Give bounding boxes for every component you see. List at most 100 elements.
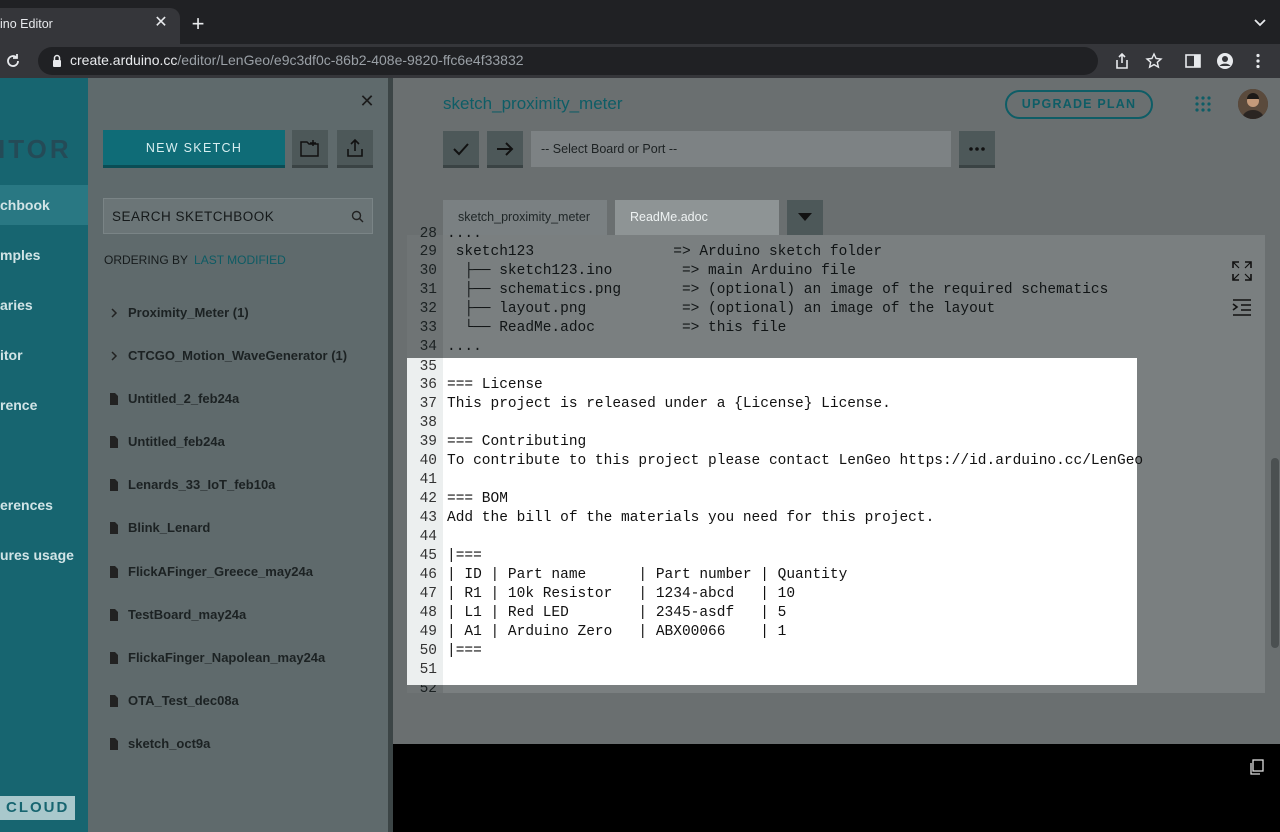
- star-icon[interactable]: [1145, 52, 1163, 70]
- list-item-label: Untitled_feb24a: [128, 434, 225, 449]
- nav-preferences[interactable]: erences: [0, 485, 88, 525]
- apps-grid-icon[interactable]: [1194, 95, 1212, 113]
- tab-readme[interactable]: ReadMe.adoc: [615, 200, 779, 235]
- new-folder-icon: [300, 140, 319, 157]
- upgrade-plan-button[interactable]: UPGRADE PLAN: [1005, 90, 1153, 119]
- tab-search-chevron-icon[interactable]: [1252, 14, 1268, 30]
- sketch-title[interactable]: sketch_proximity_meter: [443, 94, 623, 114]
- indent-icon[interactable]: [1231, 297, 1253, 319]
- line-number: 41: [419, 472, 437, 488]
- code-line: ....: [447, 339, 482, 355]
- file-icon: [110, 479, 118, 491]
- more-options-button[interactable]: [959, 131, 995, 168]
- kebab-menu-icon[interactable]: [1249, 52, 1267, 70]
- board-selector[interactable]: -- Select Board or Port --: [531, 131, 951, 167]
- chevron-right-icon: [111, 351, 118, 361]
- browser-tab[interactable]: ino Editor ✕: [0, 8, 180, 44]
- chevron-right-icon: [111, 308, 118, 318]
- tab-dropdown-button[interactable]: [787, 200, 823, 235]
- code-line: === License: [447, 377, 543, 393]
- side-panel-icon[interactable]: [1184, 52, 1202, 70]
- check-icon: [453, 143, 469, 156]
- url-host: create.arduino.cc: [70, 52, 178, 68]
- line-number: 51: [419, 662, 437, 678]
- line-number: 48: [419, 605, 437, 621]
- new-tab-icon[interactable]: +: [186, 12, 210, 36]
- nav-monitor[interactable]: itor: [0, 335, 88, 375]
- line-number: 28: [419, 226, 437, 242]
- code-line: |===: [447, 643, 482, 659]
- code-line: ├── layout.png => (optional) an image of…: [447, 301, 996, 317]
- avatar-image: [1238, 89, 1268, 119]
- new-folder-button[interactable]: [292, 130, 328, 168]
- code-line: ├── sketch123.ino => main Arduino file: [447, 263, 856, 279]
- cloud-badge[interactable]: CLOUD: [0, 796, 76, 820]
- ordering-value[interactable]: LAST MODIFIED: [194, 253, 286, 267]
- file-icon: [110, 652, 118, 664]
- verify-button[interactable]: [443, 131, 479, 168]
- upload-sketch-button[interactable]: [487, 131, 523, 168]
- list-item-label: Untitled_2_feb24a: [128, 391, 240, 406]
- lock-icon[interactable]: [52, 54, 62, 68]
- code-line: ....: [447, 226, 482, 242]
- arrow-right-icon: [497, 142, 514, 156]
- highlighted-code-region[interactable]: 35 36 === License 37 This project is rel…: [407, 358, 1143, 685]
- code-line: This project is released under a {Licens…: [447, 396, 891, 412]
- code-line: === BOM: [447, 491, 508, 507]
- share-icon[interactable]: [1113, 52, 1131, 70]
- expand-icon[interactable]: [1231, 260, 1253, 282]
- profile-icon[interactable]: [1216, 52, 1234, 70]
- board-placeholder: -- Select Board or Port --: [541, 142, 678, 156]
- file-icon: [110, 436, 118, 448]
- line-number: 40: [419, 453, 437, 469]
- brand-logo: ITOR: [0, 134, 72, 164]
- code-line: | R1 | 10k Resistor | 1234-abcd | 10: [447, 586, 796, 602]
- line-number: 37: [419, 396, 437, 412]
- ordering-label: ORDERING BY: [104, 253, 189, 267]
- line-number: 43: [419, 510, 437, 526]
- new-sketch-button[interactable]: NEW SKETCH: [103, 130, 285, 168]
- code-line: └── ReadMe.adoc => this file: [447, 320, 787, 336]
- nav-features-usage[interactable]: ures usage: [0, 535, 88, 575]
- url-text[interactable]: create.arduino.cc/editor/LenGeo/e9c3df0c…: [70, 52, 524, 68]
- avatar[interactable]: [1238, 89, 1268, 119]
- ordering-row: ORDERING BY LAST MODIFIED: [104, 253, 286, 267]
- close-tab-icon[interactable]: ✕: [152, 14, 170, 32]
- sketchbook-panel: ✕ NEW SKETCH SEARCH SKETCHBOOK ORDERING …: [88, 78, 388, 832]
- line-number: 45: [419, 548, 437, 564]
- line-number: 50: [419, 643, 437, 659]
- copy-icon[interactable]: [1248, 759, 1264, 775]
- search-icon[interactable]: [351, 210, 364, 223]
- left-navigation: ITOR chbook mples aries itor rence erenc…: [0, 78, 88, 832]
- line-number: 36: [419, 377, 437, 393]
- list-item-label: Lenards_33_IoT_feb10a: [128, 477, 276, 492]
- list-item-label: TestBoard_may24a: [128, 607, 247, 622]
- console-panel: [393, 744, 1280, 832]
- nav-libraries[interactable]: aries: [0, 285, 88, 325]
- code-line: === Contributing: [447, 434, 587, 450]
- file-icon: [110, 393, 118, 405]
- nav-examples[interactable]: mples: [0, 235, 88, 275]
- file-icon: [110, 566, 118, 578]
- browser-tab-title: ino Editor: [0, 17, 53, 31]
- list-item-label: CTCGO_Motion_WaveGenerator (1): [128, 348, 348, 363]
- line-number: 30: [419, 263, 437, 279]
- line-number: 31: [419, 282, 437, 298]
- code-line: |===: [447, 548, 482, 564]
- upload-button[interactable]: [337, 130, 373, 168]
- more-icon: [969, 147, 985, 151]
- reload-icon[interactable]: [4, 52, 22, 70]
- line-number: 46: [419, 567, 437, 583]
- nav-sketchbook[interactable]: chbook: [0, 185, 88, 225]
- editor-scrollbar[interactable]: [1271, 458, 1279, 648]
- line-number: 49: [419, 624, 437, 640]
- search-sketchbook-input[interactable]: SEARCH SKETCHBOOK: [103, 198, 373, 234]
- upload-icon: [347, 138, 363, 157]
- nav-reference[interactable]: rence: [0, 385, 88, 425]
- close-icon[interactable]: ✕: [358, 92, 376, 110]
- list-item-label: OTA_Test_dec08a: [128, 693, 239, 708]
- code-line: | ID | Part name | Part number | Quantit…: [447, 567, 848, 583]
- line-number: 38: [419, 415, 437, 431]
- search-placeholder: SEARCH SKETCHBOOK: [112, 209, 275, 224]
- line-number: 35: [419, 359, 437, 375]
